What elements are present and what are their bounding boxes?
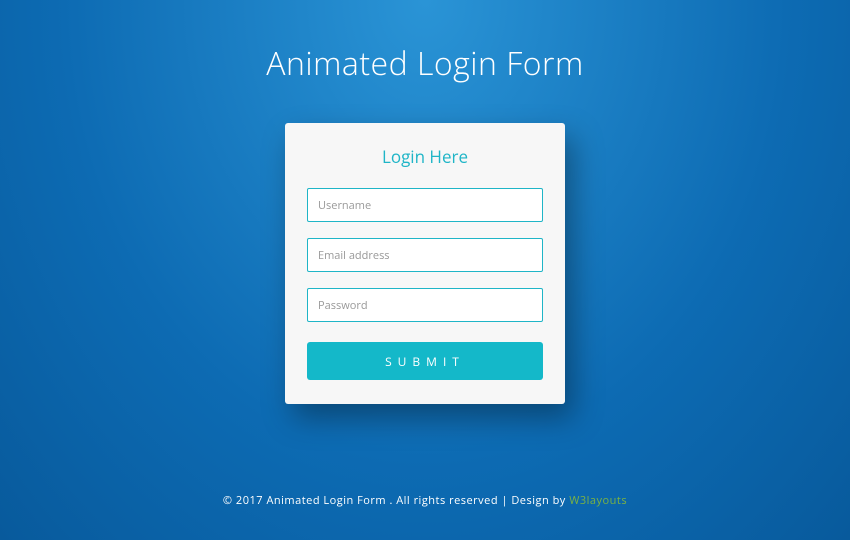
page-title: Animated Login Form <box>266 42 584 85</box>
card-header: Login Here <box>307 145 543 168</box>
footer-text: © 2017 Animated Login Form . All rights … <box>223 493 569 508</box>
footer: © 2017 Animated Login Form . All rights … <box>223 493 627 508</box>
submit-button[interactable]: SUBMIT <box>307 342 543 380</box>
email-input[interactable] <box>307 238 543 272</box>
password-input[interactable] <box>307 288 543 322</box>
footer-link[interactable]: W3layouts <box>569 493 627 508</box>
username-input[interactable] <box>307 188 543 222</box>
login-card: Login Here SUBMIT <box>285 123 565 404</box>
